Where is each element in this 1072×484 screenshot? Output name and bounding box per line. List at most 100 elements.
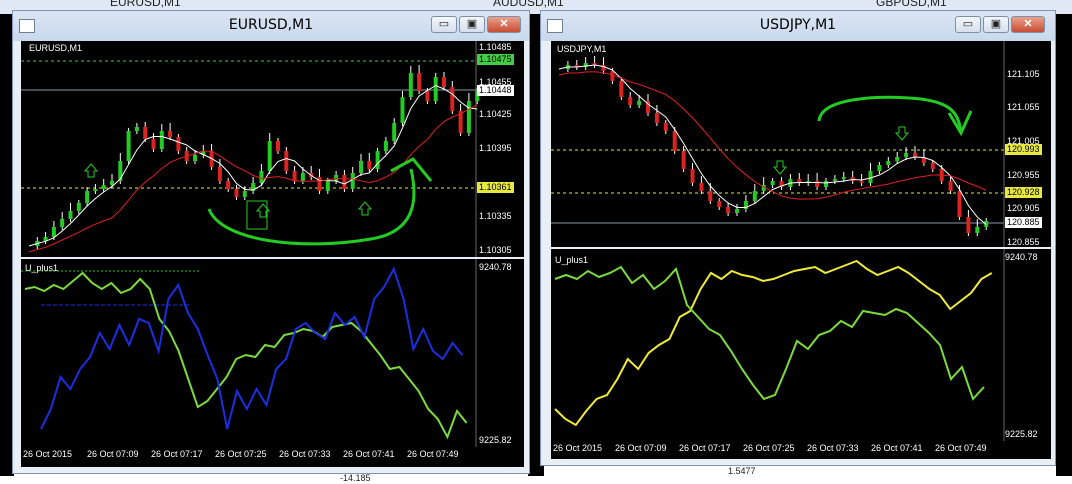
time-label: 26 Oct 07:49 xyxy=(935,443,987,453)
usdjpy-titlebar[interactable]: USDJPY,M1 ▭ ▣ ✕ xyxy=(541,11,1055,41)
time-label: 26 Oct 07:33 xyxy=(279,449,331,459)
background-title-gbpusd[interactable]: GBPUSD,M1 xyxy=(876,0,947,9)
background-title-audusd[interactable]: AUDUSD,M1 xyxy=(493,0,564,9)
eurusd-candle xyxy=(176,137,181,151)
eurusd-candle xyxy=(234,189,239,197)
price-scale-label: 121.105 xyxy=(1007,69,1040,79)
usdjpy-indicator-pane[interactable]: U_plus1 9240.78 9225.82 xyxy=(551,249,1051,441)
time-label: 26 Oct 07:17 xyxy=(151,449,203,459)
eurusd-candle xyxy=(383,141,388,151)
usdjpy-candle xyxy=(654,113,659,123)
bottom-value-left: -14.185 xyxy=(340,473,371,483)
time-label: 26 Oct 07:25 xyxy=(743,443,795,453)
eurusd-indicator-pane[interactable]: U_plus1 9240.78 9225.82 xyxy=(21,259,524,447)
eurusd-candle xyxy=(101,185,106,189)
price-scale-label: 1.10395 xyxy=(479,143,512,153)
maximize-button[interactable]: ▣ xyxy=(983,16,1009,33)
eurusd-candle xyxy=(76,203,81,211)
usdjpy-candle xyxy=(868,171,873,183)
eurusd-candle xyxy=(367,161,372,169)
price-tag-white: 1.10448 xyxy=(477,85,514,96)
time-label: 26 Oct 07:33 xyxy=(807,443,859,453)
usdjpy-chart-window[interactable]: USDJPY,M1 ▭ ▣ ✕ USDJPY,M1 121.105 121.05… xyxy=(540,10,1056,466)
eurusd-candle xyxy=(68,211,73,219)
eurusd-candle xyxy=(300,173,305,181)
usdjpy-price-pane[interactable]: USDJPY,M1 121.105 121.055 121.005 120.95… xyxy=(551,41,1051,247)
price-scale-label: 1.10485 xyxy=(479,42,512,52)
maximize-button[interactable]: ▣ xyxy=(459,16,485,33)
time-label: 26 Oct 07:41 xyxy=(343,449,395,459)
indicator-min-label: 9225.82 xyxy=(1005,429,1038,439)
indicator-caption: U_plus1 xyxy=(555,255,589,265)
usdjpy-candle xyxy=(877,165,882,171)
bottom-value-right: 1.5477 xyxy=(728,466,756,476)
eurusd-chart-window[interactable]: EURUSD,M1 ▭ ▣ ✕ EURUSD,M1 1.10485 1.1045… xyxy=(12,10,530,474)
eurusd-candle xyxy=(242,191,247,197)
up-arrow-icon xyxy=(357,201,373,216)
oscillator-line-blue xyxy=(40,266,464,430)
eurusd-candle xyxy=(151,139,156,149)
usdjpy-candle xyxy=(681,151,686,169)
eurusd-candle xyxy=(134,127,139,131)
symbol-caption: EURUSD,M1 xyxy=(29,43,83,53)
down-arrow-icon xyxy=(772,160,788,175)
usdjpy-candle xyxy=(948,181,953,191)
eurusd-candle xyxy=(226,181,231,189)
usdjpy-oscillator-chart xyxy=(554,249,1005,441)
time-label: 26 Oct 2015 xyxy=(23,449,73,459)
minimize-button[interactable]: ▭ xyxy=(431,16,457,33)
oscillator-line-green xyxy=(554,265,985,401)
usdjpy-candle xyxy=(841,177,846,179)
eurusd-candle xyxy=(217,167,222,181)
usdjpy-candle xyxy=(690,169,695,183)
usdjpy-candle xyxy=(904,153,909,157)
time-label: 26 Oct 2015 xyxy=(553,443,603,453)
time-label: 26 Oct 07:49 xyxy=(407,449,459,459)
eurusd-candle xyxy=(400,97,405,123)
eurusd-candle xyxy=(425,91,430,101)
time-label: 26 Oct 07:09 xyxy=(87,449,139,459)
usdjpy-candle xyxy=(886,161,891,165)
minimize-button[interactable]: ▭ xyxy=(955,16,981,33)
price-scale-label: 1.10335 xyxy=(479,211,512,221)
price-scale-label: 120.855 xyxy=(1007,237,1040,247)
eurusd-candle xyxy=(284,151,289,171)
price-tag-yellow: 1.10361 xyxy=(477,182,514,193)
usdjpy-candle xyxy=(859,181,864,183)
down-arrow-icon xyxy=(894,126,910,141)
eurusd-candle xyxy=(375,151,380,169)
usdjpy-candle xyxy=(957,191,962,217)
usdjpy-candle xyxy=(699,183,704,191)
close-button[interactable]: ✕ xyxy=(1011,16,1045,33)
usdjpy-candle xyxy=(735,209,739,213)
price-scale-label: 120.905 xyxy=(1007,203,1040,213)
usdjpy-candle xyxy=(815,181,820,187)
usdjpy-candle xyxy=(672,131,677,151)
eurusd-candle xyxy=(350,173,355,189)
time-label: 26 Oct 07:09 xyxy=(615,443,667,453)
close-button[interactable]: ✕ xyxy=(487,16,521,33)
usdjpy-candle xyxy=(975,227,980,233)
usdjpy-candle xyxy=(913,153,917,157)
hand-drawn-curve xyxy=(207,168,416,246)
eurusd-price-pane[interactable]: EURUSD,M1 1.10485 1.10455 1.10425 1.1039… xyxy=(21,41,524,257)
eurusd-candle xyxy=(292,171,297,181)
eurusd-candle xyxy=(168,131,173,137)
usdjpy-candle xyxy=(966,217,971,233)
eurusd-candle xyxy=(110,181,114,185)
price-tag-yellow: 120.993 xyxy=(1005,144,1042,155)
time-label: 26 Oct 07:41 xyxy=(871,443,923,453)
background-chart-right xyxy=(1056,14,1072,476)
price-scale-label: 1.10305 xyxy=(479,245,512,255)
eurusd-candle xyxy=(276,141,280,151)
usdjpy-time-axis: 26 Oct 2015 26 Oct 07:09 26 Oct 07:17 26… xyxy=(551,441,1051,459)
oscillator-line-yellow xyxy=(554,259,993,427)
background-title-eurusd[interactable]: EURUSD,M1 xyxy=(110,0,181,9)
eurusd-titlebar[interactable]: EURUSD,M1 ▭ ▣ ✕ xyxy=(13,11,529,41)
up-arrow-icon xyxy=(83,163,99,178)
usdjpy-candle xyxy=(708,191,713,201)
eurusd-candle xyxy=(51,227,56,237)
eurusd-candle xyxy=(417,73,422,91)
eurusd-time-axis: 26 Oct 2015 26 Oct 07:09 26 Oct 07:17 26… xyxy=(21,447,524,467)
usdjpy-candle xyxy=(628,97,633,105)
